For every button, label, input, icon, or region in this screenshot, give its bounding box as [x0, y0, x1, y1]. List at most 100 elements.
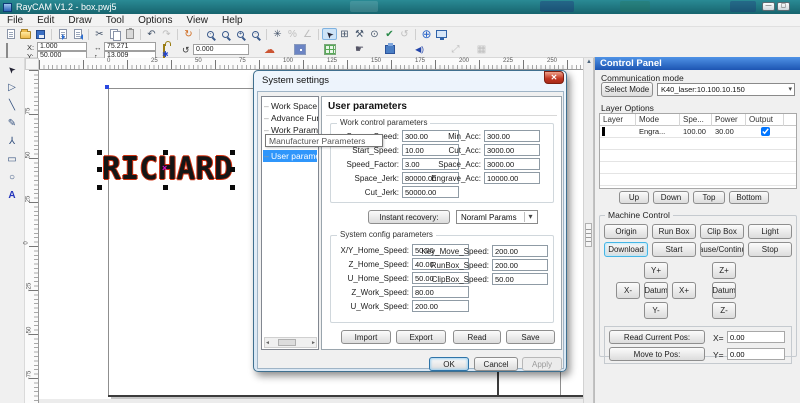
transform-icon[interactable]: ⤢: [448, 43, 463, 56]
angle-icon[interactable]: ∠: [300, 28, 315, 40]
maximize-button[interactable]: ▢: [777, 2, 790, 11]
jog-x-minus-button[interactable]: X-: [616, 282, 640, 299]
table-icon[interactable]: ⊞: [337, 28, 352, 40]
menu-draw[interactable]: Draw: [61, 15, 98, 26]
select-icon[interactable]: ➤: [322, 28, 337, 40]
splitter-handle[interactable]: [585, 223, 592, 247]
jog-x-plus-button[interactable]: X+: [672, 282, 696, 299]
text-tool-icon[interactable]: A: [4, 188, 21, 203]
zoom-in-icon[interactable]: +: [233, 28, 248, 40]
scroll-thumb[interactable]: [278, 339, 296, 346]
sound-icon[interactable]: ◀): [412, 43, 427, 56]
weld-icon[interactable]: [322, 43, 337, 56]
node-edit-icon[interactable]: ▷: [4, 80, 21, 95]
web-icon[interactable]: ⊕: [419, 28, 434, 40]
paste-icon[interactable]: [122, 28, 137, 40]
panel-splitter[interactable]: ▲: [583, 58, 594, 403]
tools-icon[interactable]: ⚒: [352, 28, 367, 40]
menu-tool[interactable]: Tool: [99, 15, 131, 26]
refresh-icon[interactable]: ↻: [181, 28, 196, 40]
read-button[interactable]: Read: [453, 330, 501, 344]
jog-y-minus-button[interactable]: Y-: [644, 302, 668, 319]
layer-down-button[interactable]: Down: [653, 191, 689, 204]
pause-continue-button[interactable]: Pause/Continue: [700, 242, 744, 257]
hand-icon[interactable]: ☛: [352, 43, 367, 56]
undo-icon[interactable]: ↶: [144, 28, 159, 40]
pos-x-input[interactable]: [727, 331, 785, 343]
array-icon[interactable]: [292, 43, 307, 56]
x-position-input[interactable]: [37, 42, 87, 51]
copy-icon[interactable]: [107, 28, 122, 40]
open-icon[interactable]: [18, 28, 33, 40]
zoom-page-icon[interactable]: ▫: [248, 28, 263, 40]
zoom-out-icon[interactable]: -: [203, 28, 218, 40]
z-work-speed-input[interactable]: [412, 286, 469, 298]
runbox-speed-input[interactable]: [492, 259, 548, 271]
selection-handle[interactable]: [230, 167, 235, 172]
apply-button[interactable]: Apply: [522, 357, 562, 371]
check-icon[interactable]: ✔: [382, 28, 397, 40]
new-icon[interactable]: [3, 28, 18, 40]
layer-color-swatch[interactable]: [602, 127, 605, 136]
menu-file[interactable]: File: [0, 15, 30, 26]
space-acc-input[interactable]: [484, 158, 540, 170]
scroll-right-icon[interactable]: ►: [311, 340, 316, 346]
layer-top-button[interactable]: Top: [693, 191, 725, 204]
menu-options[interactable]: Options: [131, 15, 179, 26]
select-mode-button[interactable]: Select Mode: [601, 82, 653, 97]
jog-datum-xy-button[interactable]: Datum: [644, 282, 668, 299]
zoom-icon[interactable]: [218, 28, 233, 40]
cancel-button[interactable]: Cancel: [474, 357, 518, 371]
rect-corner-handle[interactable]: [105, 85, 109, 89]
jog-z-minus-button[interactable]: Z-: [712, 302, 736, 319]
menu-help[interactable]: Help: [215, 15, 250, 26]
pick-icon[interactable]: ⊙: [367, 28, 382, 40]
origin-button[interactable]: Origin: [604, 224, 648, 239]
jog-y-plus-button[interactable]: Y+: [644, 262, 668, 279]
start-button[interactable]: Start: [652, 242, 696, 257]
cut-icon[interactable]: ✂: [92, 28, 107, 40]
layer-output-checkbox[interactable]: [761, 127, 770, 136]
selection-handle[interactable]: [97, 167, 102, 172]
run-box-button[interactable]: Run Box: [652, 224, 696, 239]
import-icon[interactable]: [55, 28, 70, 40]
device-icon[interactable]: [434, 28, 449, 40]
engrave-acc-input[interactable]: [484, 172, 540, 184]
menu-edit[interactable]: Edit: [30, 15, 61, 26]
layer-bottom-button[interactable]: Bottom: [729, 191, 769, 204]
width-input[interactable]: [104, 42, 156, 51]
move-to-pos-button[interactable]: Move to Pos:: [609, 347, 705, 361]
selection-handle[interactable]: [163, 150, 168, 155]
tree-scrollbar[interactable]: ◄ ►: [264, 337, 317, 348]
clip-box-button[interactable]: Clip Box: [700, 224, 744, 239]
light-button[interactable]: Light: [748, 224, 792, 239]
fill-icon[interactable]: ▦: [474, 43, 489, 56]
tree-item-work-space[interactable]: Work Space: [263, 100, 319, 112]
cut-acc-input[interactable]: [484, 144, 540, 156]
percent-icon[interactable]: %: [285, 28, 300, 40]
close-icon[interactable]: ✕: [544, 71, 564, 84]
read-current-pos-button[interactable]: Read Current Pos:: [609, 330, 705, 344]
layer-row[interactable]: Engra... 100.00 30.00: [600, 126, 796, 138]
instant-recovery-button[interactable]: Instant recovery:: [368, 210, 450, 224]
collapse-arrow-icon[interactable]: ▲: [586, 59, 592, 65]
clipbox-speed-input[interactable]: [492, 273, 548, 285]
save-button[interactable]: Save: [506, 330, 555, 344]
selection-handle[interactable]: [97, 185, 102, 190]
export-button[interactable]: Export: [396, 330, 446, 344]
stop-button[interactable]: Stop: [748, 242, 792, 257]
ellipse-tool-icon[interactable]: ○: [4, 170, 21, 185]
snap-icon[interactable]: ✳: [270, 28, 285, 40]
pos-y-input[interactable]: [727, 348, 785, 360]
min-acc-input[interactable]: [484, 130, 540, 142]
canvas-text[interactable]: RICHARD: [102, 151, 233, 187]
export-icon[interactable]: [70, 28, 85, 40]
minimize-button[interactable]: —: [762, 2, 775, 11]
selection-handle[interactable]: [230, 185, 235, 190]
scroll-left-icon[interactable]: ◄: [265, 340, 270, 346]
import-button[interactable]: Import: [341, 330, 391, 344]
stamp-icon[interactable]: [382, 43, 397, 56]
rectangle-tool-icon[interactable]: ▭: [4, 152, 21, 167]
cloud-icon[interactable]: ☁: [262, 43, 277, 56]
redo-icon[interactable]: ↷: [159, 28, 174, 40]
